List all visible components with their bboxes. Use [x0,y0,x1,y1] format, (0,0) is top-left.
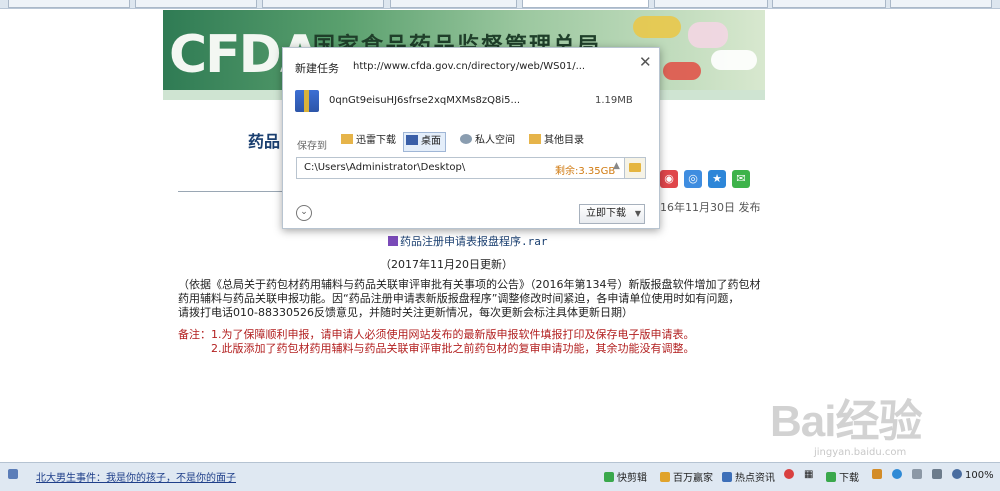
status-item-label: 百万赢家 [673,473,713,484]
tools-icon[interactable] [872,469,885,481]
browser-tab[interactable] [262,0,384,8]
rar-file-icon [388,236,398,246]
favorite-star-icon[interactable]: ★ [708,170,726,188]
location-label: 桌面 [421,136,441,147]
browser-tab[interactable] [890,0,992,8]
pill-decoration [633,16,681,38]
file-size: 1.19MB [595,95,633,106]
desktop-icon [406,135,418,145]
browser-tab[interactable] [8,0,130,8]
close-icon[interactable]: ✕ [639,53,652,71]
ie-icon[interactable] [892,469,905,481]
location-other[interactable]: 其他目录 [527,132,588,150]
quick-clip-button[interactable]: 快剪辑 [604,469,647,484]
save-to-label: 保存到 [297,141,327,152]
pill-decoration [688,22,728,48]
watermark-logo: Bai经验 [770,397,922,446]
new-download-dialog: 新建任务 http://www.cfda.gov.cn/directory/we… [282,47,660,229]
mute-icon[interactable] [912,469,925,481]
page-title: 药品 [248,132,281,151]
baidu-jingyan-watermark: Bai经验 jingyan.baidu.com [770,385,922,458]
paragraph-line: （依据《总局关于药包材药用辅料与药品关联审评审批有关事项的公告》（2016年第1… [178,278,761,291]
watermark-url: jingyan.baidu.com [814,447,907,458]
hot-news-button[interactable]: 热点资讯 [722,469,775,484]
weibo-share-icon[interactable]: ◉ [660,170,678,188]
download-url: http://www.cfda.gov.cn/directory/web/WS0… [353,61,586,72]
browser-tab[interactable] [654,0,768,8]
folder-icon [629,163,641,172]
browse-folder-button[interactable] [624,157,646,179]
folder-icon [341,134,353,144]
browser-tab[interactable] [390,0,517,8]
news-ticker-link[interactable]: 北大男生事件：我是你的孩子，不是你的面子 [36,469,236,484]
pill-decoration [663,62,701,80]
download-manager-button[interactable]: 下载 [826,469,859,484]
remark-line: 2.此版添加了药包材药用辅料与药品关联审评审批之前药包材的复审申请功能，其余功能… [178,342,695,355]
save-path-input[interactable]: C:\Users\Administrator\Desktop\ 剩余:3.35G… [296,157,625,179]
sound-icon[interactable] [932,469,945,481]
cloud-icon [460,134,472,144]
location-label: 其他目录 [544,135,584,146]
download-options-dropdown[interactable]: ▼ [632,204,645,224]
location-desktop[interactable]: 桌面 [403,132,446,152]
browser-tab[interactable] [772,0,886,8]
publish-date: 16年11月30日 发布 [660,201,761,214]
pill-decoration [711,50,757,70]
free-space: 剩余:3.35GB [555,166,616,177]
browser-tab-active[interactable] [522,0,649,8]
wechat-share-icon[interactable]: ✉ [732,170,750,188]
browser-tab[interactable] [135,0,257,8]
update-note: （2017年11月20日更新） [380,258,513,271]
news-icon [722,472,732,482]
dialog-title: 新建任务 [295,62,339,75]
folder-icon [529,134,541,144]
save-path-text: C:\Users\Administrator\Desktop\ [304,162,466,173]
location-label: 迅雷下载 [356,135,396,146]
file-download-link[interactable]: 药品注册申请表报盘程序.rar [388,233,548,249]
paragraph-line: 请拨打电话010-88330526反馈意见，并随时关注更新情况，每次更新会标注具… [178,306,633,319]
menu-icon[interactable]: ▦ [804,469,813,480]
description-paragraph: （依据《总局关于药包材药用辅料与药品关联审评审批有关事项的公告》（2016年第1… [178,278,761,320]
clip-icon [604,472,614,482]
status-item-label: 快剪辑 [617,473,647,484]
file-link-text[interactable]: 药品注册申请表报盘程序.rar [400,235,548,248]
browser-tab-strip [0,0,1000,9]
expand-chevron-icon[interactable]: ⌄ [296,205,312,221]
zoom-level[interactable]: 100% [952,469,994,481]
zoom-icon [952,469,962,479]
million-winner-button[interactable]: 百万赢家 [660,469,713,484]
paragraph-line: 药用辅料与药品关联申报功能。因“药品注册申请表新版报盘程序”调整修改时间紧迫，各… [178,292,740,305]
dropdown-arrow-icon[interactable]: ▲ [613,161,620,171]
zoom-value: 100% [965,470,994,481]
location-label: 私人空间 [475,135,515,146]
archive-file-icon [295,90,319,112]
trophy-icon [660,472,670,482]
remark-line: 备注：1.为了保障顺利申报，请申请人必须使用网站发布的最新版申报软件填报打印及保… [178,328,695,341]
status-item-label: 下载 [839,473,859,484]
browser-status-bar: 北大男生事件：我是你的孩子，不是你的面子 快剪辑 百万赢家 热点资讯 ▦ 下载 … [0,462,1000,491]
tencent-share-icon[interactable]: ◎ [684,170,702,188]
location-private-space[interactable]: 私人空间 [458,132,519,150]
download-now-button[interactable]: 立即下载 [579,204,633,224]
download-arrow-icon [826,472,836,482]
file-name: 0qnGt9eisuHJ6sfrse2xqMXMs8zQ8i5... [329,95,521,106]
shield-icon[interactable] [784,469,797,481]
status-item-label: 热点资讯 [735,473,775,484]
location-xunlei[interactable]: 迅雷下载 [339,132,400,150]
remark-block: 备注：1.为了保障顺利申报，请申请人必须使用网站发布的最新版申报软件填报打印及保… [178,328,695,356]
news-icon [8,469,21,481]
